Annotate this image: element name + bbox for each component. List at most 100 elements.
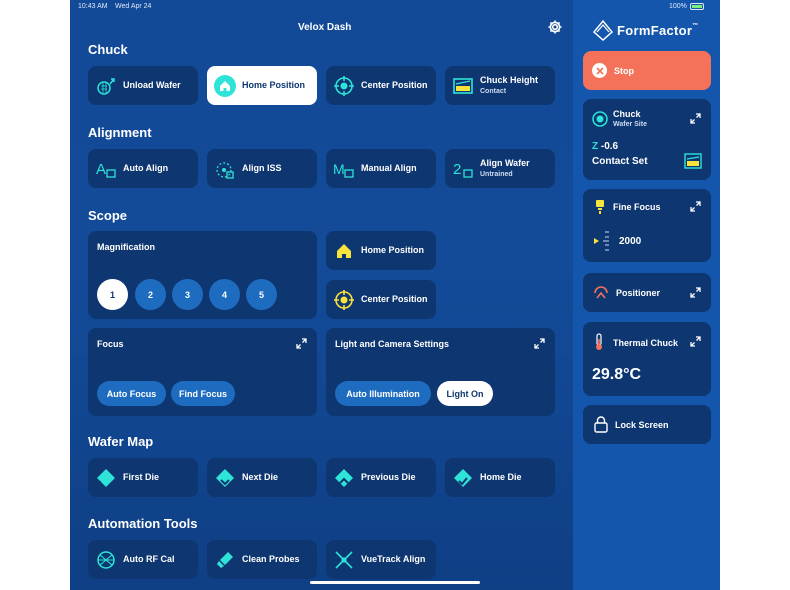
first-die-button[interactable]: 1 First Die [88,458,198,497]
vuetrack-align-label: VueTrack Align [361,554,426,564]
auto-illumination-button[interactable]: Auto Illumination [335,381,431,406]
velox-dash-screen: 10:43 AM Wed Apr 24 Velox Dash Chuck Unl… [70,0,720,590]
magnification-5-button[interactable]: 5 [246,279,277,310]
align-wafer-icon: 2 [452,158,474,180]
page-title: Velox Dash [298,22,352,33]
magnification-4-button[interactable]: 4 [209,279,240,310]
thermometer-icon [596,333,602,350]
scope-center-position-label: Center Position [361,294,428,304]
magnification-3-button[interactable]: 3 [172,279,203,310]
magnification-title: Magnification [97,242,155,252]
focus-panel: Focus Auto Focus Find Focus [88,328,317,416]
magnification-1-button[interactable]: 1 [97,279,128,310]
thermal-chuck-card[interactable]: Thermal Chuck 29.8°C [583,322,711,396]
chuck-home-position-button[interactable]: Home Position [207,66,317,105]
find-focus-button[interactable]: Find Focus [171,381,235,406]
auto-align-button[interactable]: A Auto Align [88,149,198,188]
crosshair-icon [333,289,355,311]
light-camera-panel: Light and Camera Settings Auto Illuminat… [326,328,555,416]
chuck-center-position-button[interactable]: Center Position [326,66,436,105]
chuck-height-title: Chuck Height [480,74,539,85]
chuck-height-button[interactable]: Chuck Height Contact [445,66,555,105]
home-icon [333,240,355,262]
chuck-height-icon [452,75,474,97]
brand-name: FormFactor™ [617,23,699,38]
auto-align-label: Auto Align [123,163,169,173]
lock-screen-label: Lock Screen [615,420,669,430]
positioner-card[interactable]: Positioner [583,273,711,312]
auto-rf-cal-button[interactable]: Auto RF Cal [88,540,198,579]
expand-icon[interactable] [296,338,307,349]
stop-button[interactable]: Stop [583,51,711,90]
sidebar: 100% FormFactor™ Stop Chuck Wafer Site Z… [573,0,720,590]
section-heading-chuck: Chuck [88,42,128,57]
svg-text:2: 2 [453,161,461,178]
chuck-height-label: Chuck Height Contact [480,75,538,97]
svg-text:A: A [96,161,106,178]
clean-probes-button[interactable]: Clean Probes [207,540,317,579]
home-icon [214,74,236,97]
crosshair-icon [333,75,355,97]
auto-focus-button[interactable]: Auto Focus [97,381,166,406]
z-value: -0.6 [600,141,619,152]
align-wafer-title: Align Wafer [480,157,530,168]
svg-text:M: M [333,161,345,177]
home-indicator[interactable] [310,581,480,584]
scope-home-position-label: Home Position [361,245,425,255]
status-time: 10:43 AM [78,3,108,10]
vuetrack-align-button[interactable]: VueTrack Align [326,540,436,579]
expand-icon[interactable] [690,287,701,298]
clean-probes-label: Clean Probes [242,554,300,564]
section-heading-alignment: Alignment [88,125,152,140]
previous-die-label: Previous Die [361,472,416,482]
lock-screen-button[interactable]: Lock Screen [583,405,711,444]
align-iss-button[interactable]: Align ISS [207,149,317,188]
fine-focus-title: Fine Focus [613,202,661,212]
chuck-height-icon [684,153,702,169]
chuck-height-sub: Contact [480,87,507,95]
home-die-button[interactable]: Home Die [445,458,555,497]
expand-icon[interactable] [690,201,701,212]
unload-wafer-button[interactable]: Unload Wafer [88,66,198,105]
first-die-icon: 1 [95,467,117,489]
section-heading-automation: Automation Tools [88,516,198,531]
expand-icon[interactable] [690,336,701,347]
magnification-2-button[interactable]: 2 [135,279,166,310]
chuck-center-position-label: Center Position [361,80,428,90]
positioner-label: Positioner [616,288,661,298]
gear-icon[interactable] [547,19,563,35]
align-wafer-button[interactable]: 2 Align Wafer Untrained [445,149,555,188]
battery-percent: 100% [669,3,687,10]
svg-text:1: 1 [98,480,103,489]
light-on-button[interactable]: Light On [437,381,493,406]
wafer-site-icon [592,111,608,127]
previous-die-icon [333,467,355,489]
next-die-icon [214,467,236,489]
fine-focus-value: 2000 [619,236,642,247]
next-die-button[interactable]: Next Die [207,458,317,497]
scope-home-position-button[interactable]: Home Position [326,231,436,270]
previous-die-button[interactable]: Previous Die [326,458,436,497]
align-wafer-sub: Untrained [480,170,513,178]
chuck-card-sub: Wafer Site [613,121,647,128]
expand-icon[interactable] [534,338,545,349]
z-label: Z [592,141,599,152]
next-die-label: Next Die [242,472,279,482]
expand-icon[interactable] [690,113,701,124]
thermal-value: 29.8°C [592,366,642,383]
section-heading-scope: Scope [88,208,128,223]
manual-align-button[interactable]: M Manual Align [326,149,436,188]
brand-trademark: ™ [692,23,699,29]
battery-icon [689,3,704,10]
battery-status: 100% [669,3,704,10]
chuck-status-card[interactable]: Chuck Wafer Site Z -0.6 Contact Set [583,99,711,180]
stop-label: Stop [614,65,634,76]
thermal-chuck-title: Thermal Chuck [613,338,679,348]
z-readout: Z -0.6 [592,141,618,152]
fine-focus-card[interactable]: Fine Focus 2000 [583,189,711,262]
vuetrack-align-icon [333,549,355,571]
auto-rf-cal-icon [95,549,117,571]
focus-title: Focus [97,339,124,349]
first-die-label: First Die [123,472,160,482]
scope-center-position-button[interactable]: Center Position [326,280,436,319]
